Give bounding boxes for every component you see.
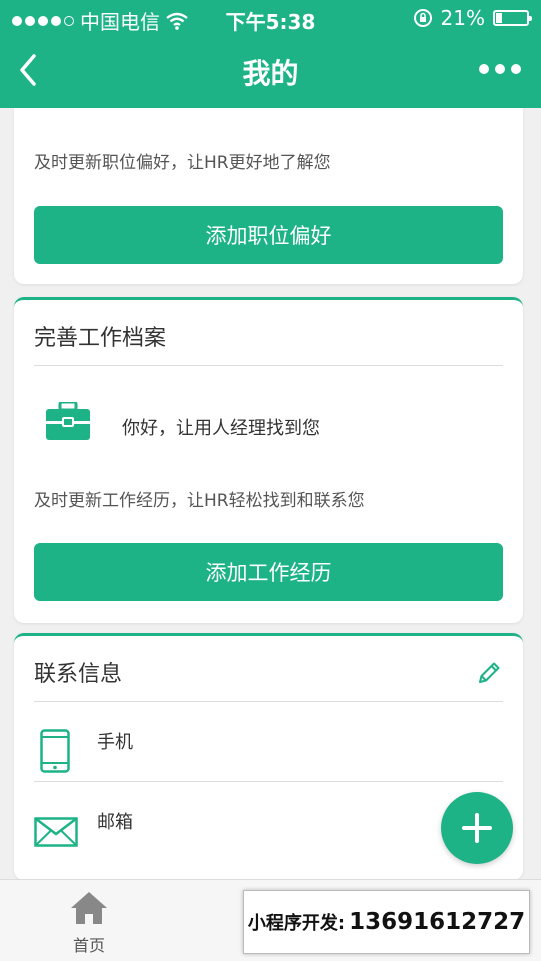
phone-label: 手机 <box>97 732 133 753</box>
plus-icon <box>462 813 492 843</box>
status-bar: 中国电信 下午5:38 21% <box>0 0 541 34</box>
contact-info-title: 联系信息 <box>34 662 123 687</box>
mail-envelope-icon <box>34 817 78 847</box>
battery-percent: 21% <box>440 6 485 30</box>
work-profile-greeting: 你好，让用人经理找到您 <box>122 418 320 439</box>
more-dot-icon <box>479 64 489 74</box>
battery-icon <box>493 10 532 26</box>
add-work-experience-button[interactable]: 添加工作经历 <box>34 543 503 601</box>
divider <box>34 781 503 782</box>
job-preference-card: 及时更新职位偏好，让HR更好地了解您 添加职位偏好 <box>14 108 523 284</box>
work-profile-title: 完善工作档案 <box>34 326 167 351</box>
home-icon <box>71 892 107 924</box>
developer-contact-banner: 小程序开发: 13691612727 <box>243 890 530 954</box>
add-job-preference-button[interactable]: 添加职位偏好 <box>34 206 503 264</box>
mobile-phone-icon <box>40 729 70 773</box>
banner-phone-number: 13691612727 <box>349 909 526 935</box>
divider <box>34 701 503 702</box>
more-dot-icon <box>511 64 521 74</box>
nav-bar: 我的 <box>0 34 541 108</box>
job-preference-hint: 及时更新职位偏好，让HR更好地了解您 <box>34 153 331 173</box>
tab-home-label: 首页 <box>72 936 105 955</box>
work-profile-card: 完善工作档案 你好，让用人经理找到您 及时更新工作经历，让HR轻松找到和联系您 … <box>14 297 523 623</box>
divider <box>34 365 503 366</box>
page-title: 我的 <box>242 57 299 90</box>
work-experience-hint: 及时更新工作经历，让HR轻松找到和联系您 <box>34 491 365 511</box>
banner-prefix: 小程序开发: <box>247 913 346 934</box>
edit-pencil-icon[interactable] <box>476 660 502 686</box>
tab-home[interactable]: 首页 <box>44 890 134 956</box>
email-label: 邮箱 <box>97 812 133 833</box>
status-right: 21% <box>413 6 532 30</box>
briefcase-icon <box>46 402 90 440</box>
more-dot-icon <box>495 64 505 74</box>
rotation-lock-icon <box>413 9 432 27</box>
more-options-button[interactable] <box>479 64 521 74</box>
add-floating-button[interactable] <box>441 792 513 864</box>
